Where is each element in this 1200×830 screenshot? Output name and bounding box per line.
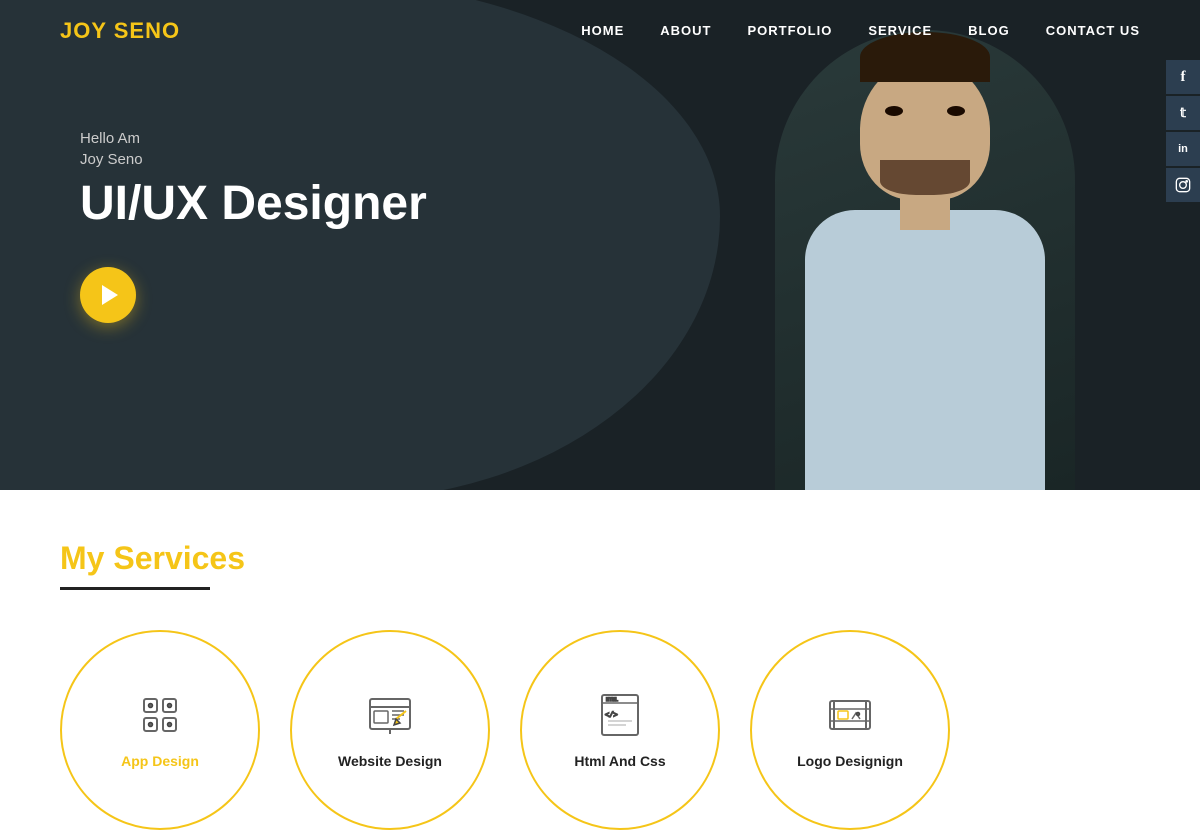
nav-links: HOME ABOUT PORTFOLIO SERVICE BLOG CONTAC… — [581, 22, 1140, 40]
logo[interactable]: JOY SENO — [60, 18, 180, 44]
services-heading: My Services — [60, 540, 1140, 577]
nav-service[interactable]: SERVICE — [868, 23, 932, 38]
website-design-icon — [366, 691, 414, 739]
hero-content: Hello Am Joy Seno UI/UX Designer — [80, 130, 427, 323]
hero-greeting: Hello Am — [80, 130, 427, 147]
logo-design-icon — [826, 691, 874, 739]
service-card-html[interactable]: HTML </> Html And Css — [520, 630, 720, 830]
html-css-icon: HTML </> — [596, 691, 644, 739]
service-label-logo: Logo Designign — [797, 753, 903, 769]
hero-person — [750, 30, 1100, 490]
service-label-app: App Design — [121, 753, 199, 769]
services-heading-highlight: My — [60, 540, 104, 576]
services-underline — [60, 587, 210, 590]
hero-name: Joy Seno — [80, 151, 427, 168]
svg-text:</>: </> — [605, 712, 618, 720]
play-button[interactable] — [80, 267, 136, 323]
services-heading-rest: Services — [104, 540, 245, 576]
nav-contact[interactable]: CONTACT US — [1046, 23, 1140, 38]
nav-portfolio[interactable]: PORTFOLIO — [747, 23, 832, 38]
nav-blog[interactable]: BLOG — [968, 23, 1010, 38]
services-grid: App Design Website Design — [60, 630, 1140, 830]
facebook-icon[interactable]: f — [1166, 60, 1200, 94]
hero-title: UI/UX Designer — [80, 178, 427, 231]
service-card-app[interactable]: App Design — [60, 630, 260, 830]
svg-text:HTML: HTML — [606, 697, 618, 703]
logo-first: JOY — [60, 18, 107, 43]
social-sidebar: f 𝕥 in — [1166, 60, 1200, 202]
hero-section: JOY SENO HOME ABOUT PORTFOLIO SERVICE BL… — [0, 0, 1200, 490]
service-card-website[interactable]: Website Design — [290, 630, 490, 830]
logo-last: SENO — [114, 18, 180, 43]
twitter-icon[interactable]: 𝕥 — [1166, 96, 1200, 130]
services-section: My Services App Design — [0, 490, 1200, 830]
linkedin-icon[interactable]: in — [1166, 132, 1200, 166]
service-label-html: Html And Css — [574, 753, 665, 769]
service-label-website: Website Design — [338, 753, 442, 769]
nav-about[interactable]: ABOUT — [660, 23, 711, 38]
nav-home[interactable]: HOME — [581, 23, 624, 38]
app-design-icon — [136, 691, 184, 739]
service-card-logo[interactable]: Logo Designign — [750, 630, 950, 830]
instagram-icon[interactable] — [1166, 168, 1200, 202]
navbar: JOY SENO HOME ABOUT PORTFOLIO SERVICE BL… — [0, 0, 1200, 62]
